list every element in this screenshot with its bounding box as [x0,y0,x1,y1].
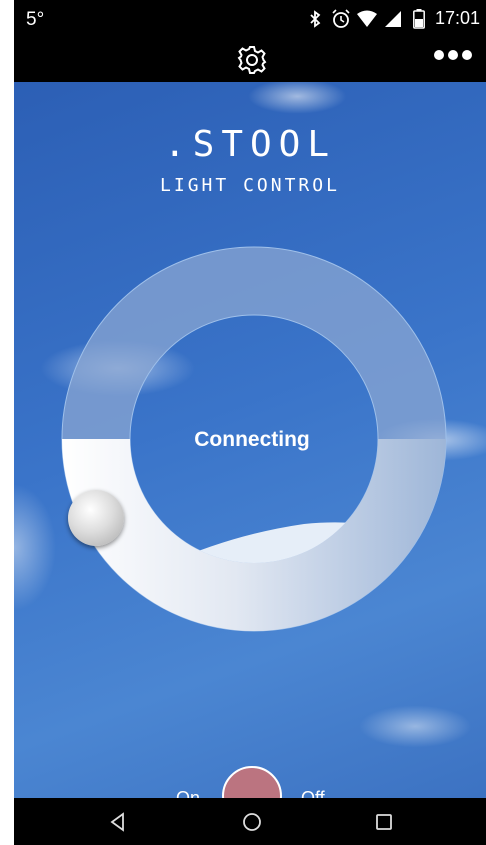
temperature-text: 5° [26,9,45,30]
battery-icon [409,8,429,29]
phone-screen: 5° 17:01 .STOOL LIGHT CONTROL Connecting [14,0,486,845]
bluetooth-icon [305,9,325,29]
dial-knob[interactable] [68,490,124,546]
gear-icon[interactable] [236,44,268,76]
clock-text: 17:01 [434,8,480,28]
recents-icon[interactable] [372,810,396,834]
cell-signal-icon [383,9,403,29]
connection-status: Connecting [194,428,310,451]
overflow-menu-icon[interactable] [434,50,472,60]
main-content: .STOOL LIGHT CONTROL Connecting On Off [14,82,486,826]
back-icon[interactable] [106,810,130,834]
home-icon[interactable] [240,810,264,834]
app-bar [14,38,486,82]
alarm-icon [331,8,351,29]
status-bar: 5° 17:01 [14,0,486,38]
navigation-bar [14,798,486,845]
wifi-icon [356,9,377,29]
